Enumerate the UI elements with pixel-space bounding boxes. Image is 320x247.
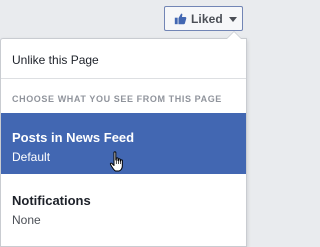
liked-button[interactable]: Liked [164, 6, 243, 31]
chevron-down-icon [228, 17, 237, 22]
menu-notch [226, 31, 242, 39]
section-header: CHOOSE WHAT YOU SEE FROM THIS PAGE [12, 94, 222, 104]
option-value: Default [12, 150, 51, 164]
thumbs-up-icon [174, 13, 187, 25]
hand-pointer-cursor-icon [109, 151, 123, 172]
liked-button-label: Liked [191, 11, 223, 26]
notifications-option[interactable]: Notifications None [1, 184, 246, 244]
menu-divider [1, 78, 246, 79]
option-value: None [12, 213, 41, 227]
option-title: Notifications [12, 193, 91, 208]
unlike-page-item[interactable]: Unlike this Page [1, 45, 246, 75]
like-options-menu: Unlike this Page CHOOSE WHAT YOU SEE FRO… [0, 31, 247, 247]
option-title: Posts in News Feed [12, 130, 135, 145]
